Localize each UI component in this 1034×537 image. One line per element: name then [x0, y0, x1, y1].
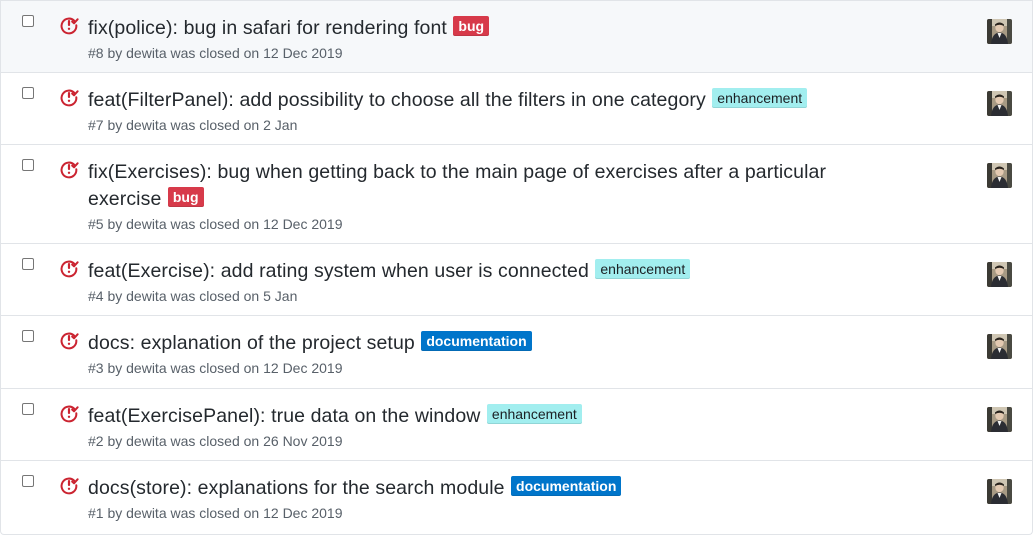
issue-content: feat(ExercisePanel): true data on the wi… [88, 403, 878, 450]
avatar[interactable] [987, 407, 1012, 432]
issue-checkbox[interactable] [22, 15, 34, 27]
issue-label[interactable]: enhancement [595, 259, 691, 279]
issue-closed-icon [59, 159, 79, 179]
issue-content: docs(store): explanations for the search… [88, 475, 878, 522]
issue-row: docs: explanation of the project setup d… [1, 316, 1032, 389]
issue-row: feat(FilterPanel): add possibility to ch… [1, 73, 1032, 145]
issue-row: docs(store): explanations for the search… [1, 461, 1032, 533]
issue-checkbox[interactable] [22, 87, 34, 99]
issue-title-link[interactable]: feat(FilterPanel): add possibility to ch… [88, 89, 706, 111]
issue-title-link[interactable]: docs(store): explanations for the search… [88, 477, 505, 499]
issue-label[interactable]: enhancement [486, 404, 582, 424]
issue-content: docs: explanation of the project setup d… [88, 330, 878, 377]
issue-row: fix(police): bug in safari for rendering… [1, 0, 1032, 73]
issue-label[interactable]: documentation [421, 331, 532, 351]
issue-label[interactable]: documentation [511, 476, 622, 496]
issue-meta: #8 by dewita was closed on 12 Dec 2019 [88, 45, 343, 61]
issue-content: fix(Exercises): bug when getting back to… [88, 159, 878, 233]
issue-label[interactable]: enhancement [712, 88, 808, 108]
avatar[interactable] [987, 19, 1012, 44]
issue-checkbox[interactable] [22, 403, 34, 415]
issue-checkbox[interactable] [22, 330, 34, 342]
avatar[interactable] [987, 262, 1012, 287]
issue-row: feat(ExercisePanel): true data on the wi… [1, 389, 1032, 461]
issue-title-link[interactable]: fix(police): bug in safari for rendering… [88, 17, 447, 39]
issue-label[interactable]: bug [167, 187, 204, 207]
issue-closed-icon [59, 475, 79, 495]
issue-content: fix(police): bug in safari for rendering… [88, 15, 878, 62]
issue-title-link[interactable]: feat(ExercisePanel): true data on the wi… [88, 405, 480, 427]
issue-meta: #1 by dewita was closed on 12 Dec 2019 [88, 505, 343, 521]
issue-checkbox[interactable] [22, 159, 34, 171]
issue-meta: #5 by dewita was closed on 12 Dec 2019 [88, 216, 343, 232]
issue-checkbox[interactable] [22, 475, 34, 487]
avatar[interactable] [987, 334, 1012, 359]
issue-title-link[interactable]: feat(Exercise): add rating system when u… [88, 260, 589, 282]
issue-row: fix(Exercises): bug when getting back to… [1, 145, 1032, 244]
issue-meta: #3 by dewita was closed on 12 Dec 2019 [88, 360, 343, 376]
issue-title-link[interactable]: docs: explanation of the project setup [88, 332, 415, 354]
issue-closed-icon [59, 87, 79, 107]
issue-closed-icon [59, 15, 79, 35]
issue-closed-icon [59, 258, 79, 278]
issue-meta: #7 by dewita was closed on 2 Jan [88, 117, 298, 133]
avatar[interactable] [987, 163, 1012, 188]
issue-checkbox[interactable] [22, 258, 34, 270]
issue-label[interactable]: bug [453, 16, 490, 36]
issue-meta: #2 by dewita was closed on 26 Nov 2019 [88, 433, 343, 449]
issue-meta: #4 by dewita was closed on 5 Jan [88, 288, 298, 304]
issue-closed-icon [59, 403, 79, 423]
issue-content: feat(FilterPanel): add possibility to ch… [88, 87, 878, 134]
issue-list: fix(police): bug in safari for rendering… [0, 0, 1033, 535]
issue-row: feat(Exercise): add rating system when u… [1, 244, 1032, 316]
avatar[interactable] [987, 91, 1012, 116]
avatar[interactable] [987, 479, 1012, 504]
issue-content: feat(Exercise): add rating system when u… [88, 258, 878, 305]
issue-closed-icon [59, 330, 79, 350]
